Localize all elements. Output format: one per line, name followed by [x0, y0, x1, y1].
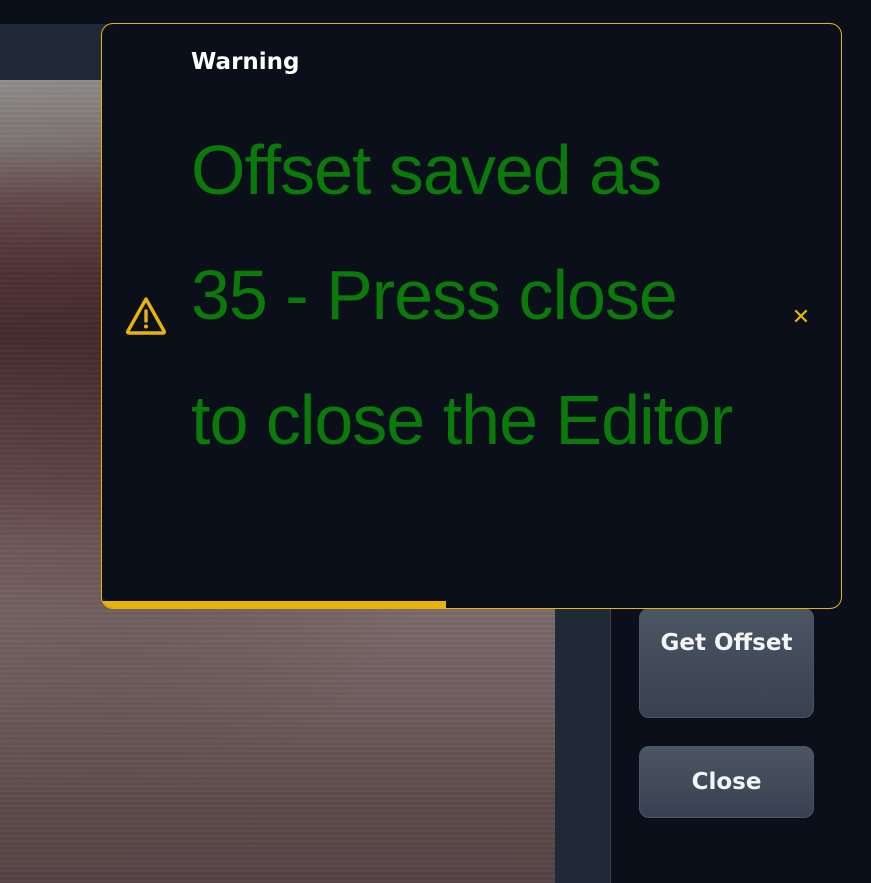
get-offset-button[interactable]: Get Offset	[639, 608, 814, 718]
warning-toast: Warning Offset saved as 35 - Press close…	[101, 23, 842, 609]
close-icon[interactable]: ✕	[786, 303, 816, 333]
toast-progress-fill	[102, 601, 446, 608]
toast-progress-bar	[102, 601, 841, 608]
close-button[interactable]: Close	[639, 746, 814, 818]
editor-window: Get Offset Close Warning Offset saved as…	[0, 0, 871, 883]
warning-triangle-icon	[124, 295, 168, 337]
toast-title: Warning	[191, 49, 300, 75]
toast-message: Offset saved as 35 - Press close to clos…	[191, 131, 733, 459]
